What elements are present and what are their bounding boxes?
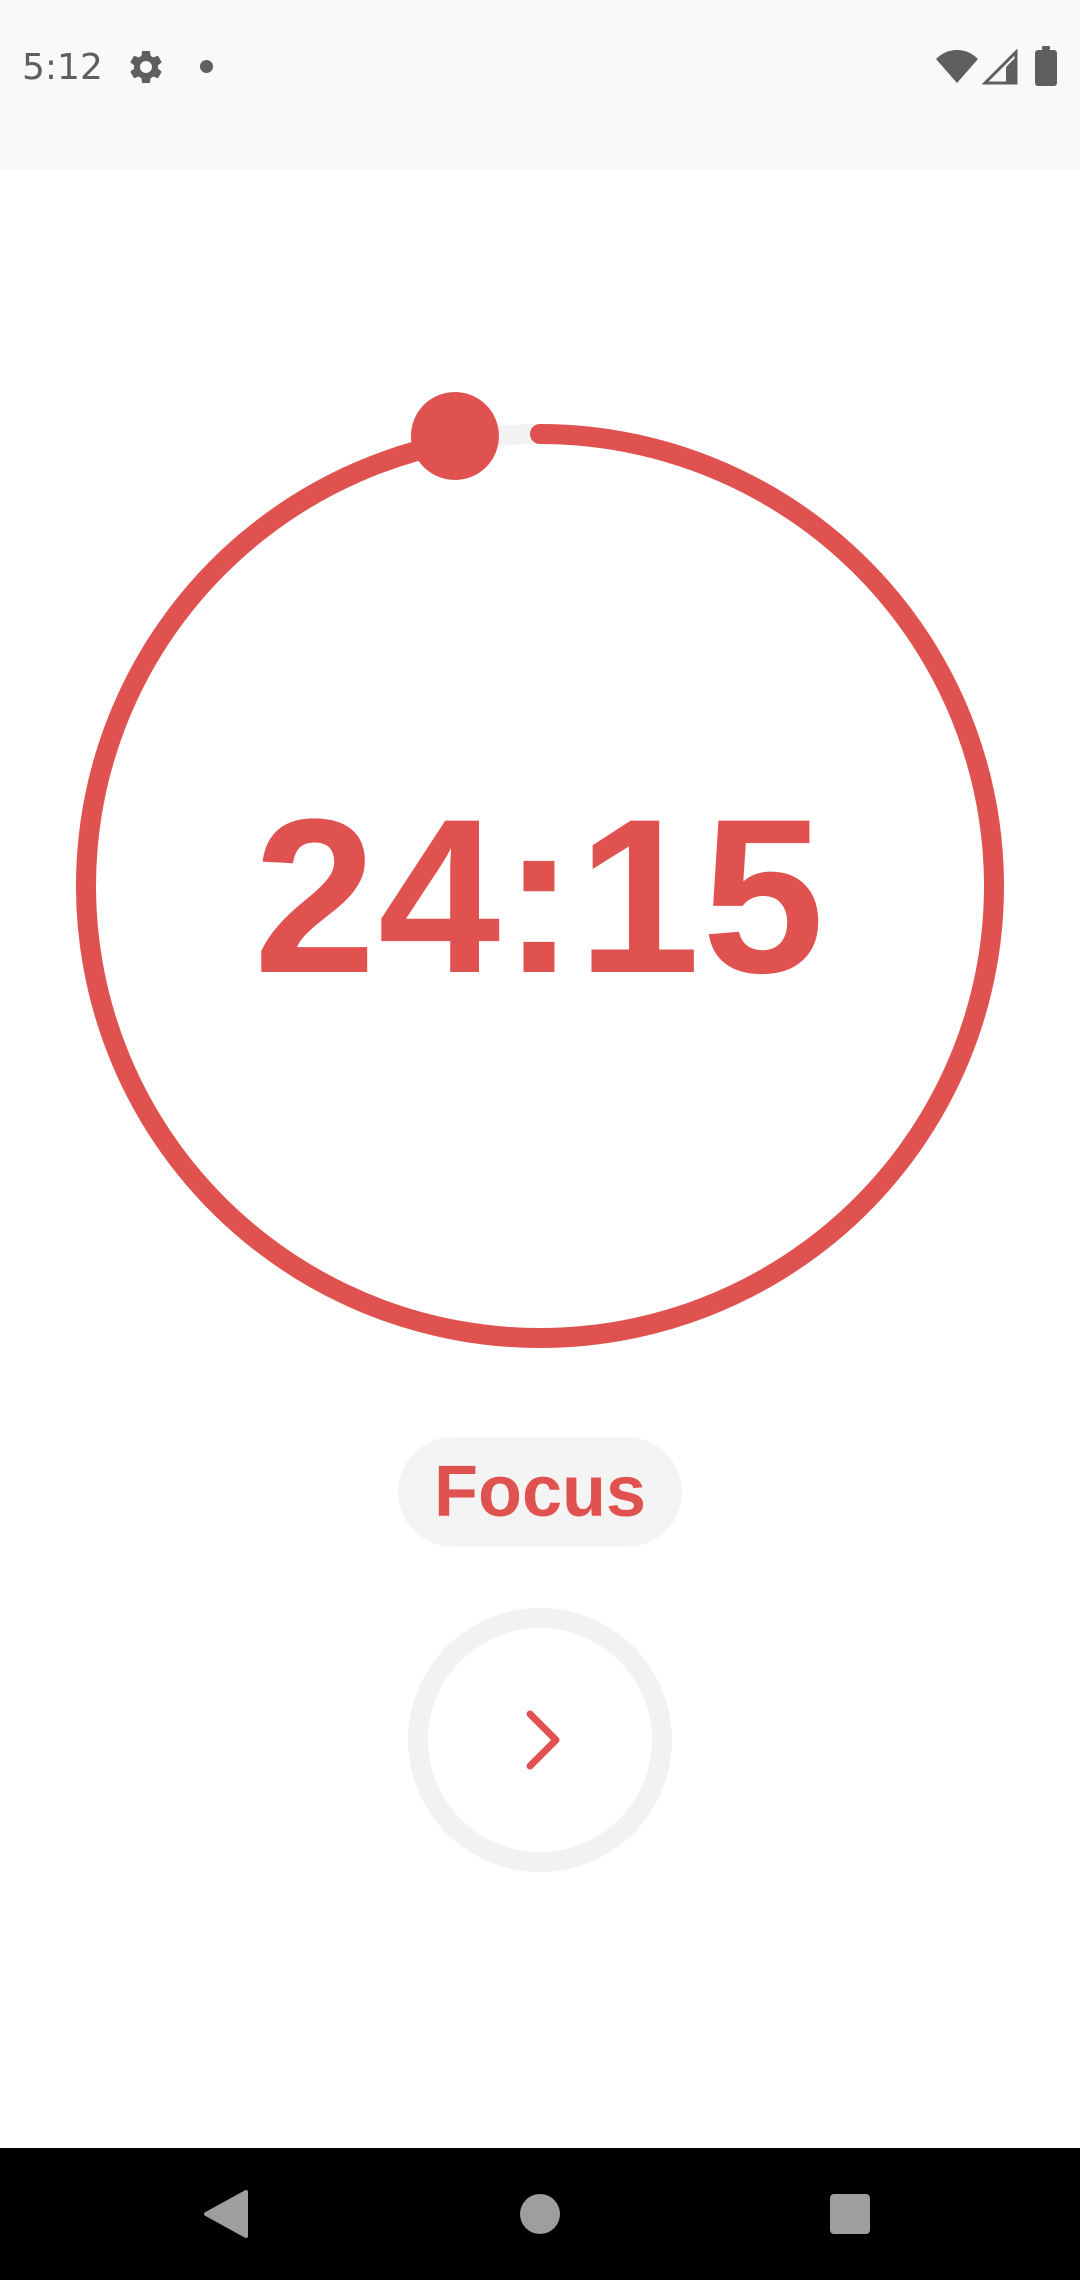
timer-progress-knob[interactable] bbox=[410, 392, 499, 481]
home-icon[interactable] bbox=[520, 2194, 560, 2234]
mode-label: Focus bbox=[433, 1452, 647, 1532]
next-session-button[interactable] bbox=[408, 1608, 672, 1872]
wifi-icon bbox=[936, 50, 978, 83]
battery-icon bbox=[1035, 46, 1057, 86]
navigation-bar bbox=[0, 2148, 1080, 2280]
timer-countdown: 24:15 bbox=[253, 773, 827, 1019]
status-time: 5:12 bbox=[22, 47, 103, 88]
timer-progress-ring bbox=[76, 392, 1004, 1348]
settings-gear-icon bbox=[130, 50, 162, 83]
status-bar: 5:12 bbox=[0, 0, 1080, 170]
mode-chip[interactable]: Focus bbox=[398, 1437, 682, 1547]
notification-dot-icon bbox=[200, 60, 213, 73]
back-icon[interactable] bbox=[202, 2188, 252, 2240]
cell-signal-icon bbox=[982, 49, 1018, 85]
recents-icon[interactable] bbox=[830, 2194, 870, 2234]
chevron-right-icon bbox=[526, 1710, 560, 1770]
